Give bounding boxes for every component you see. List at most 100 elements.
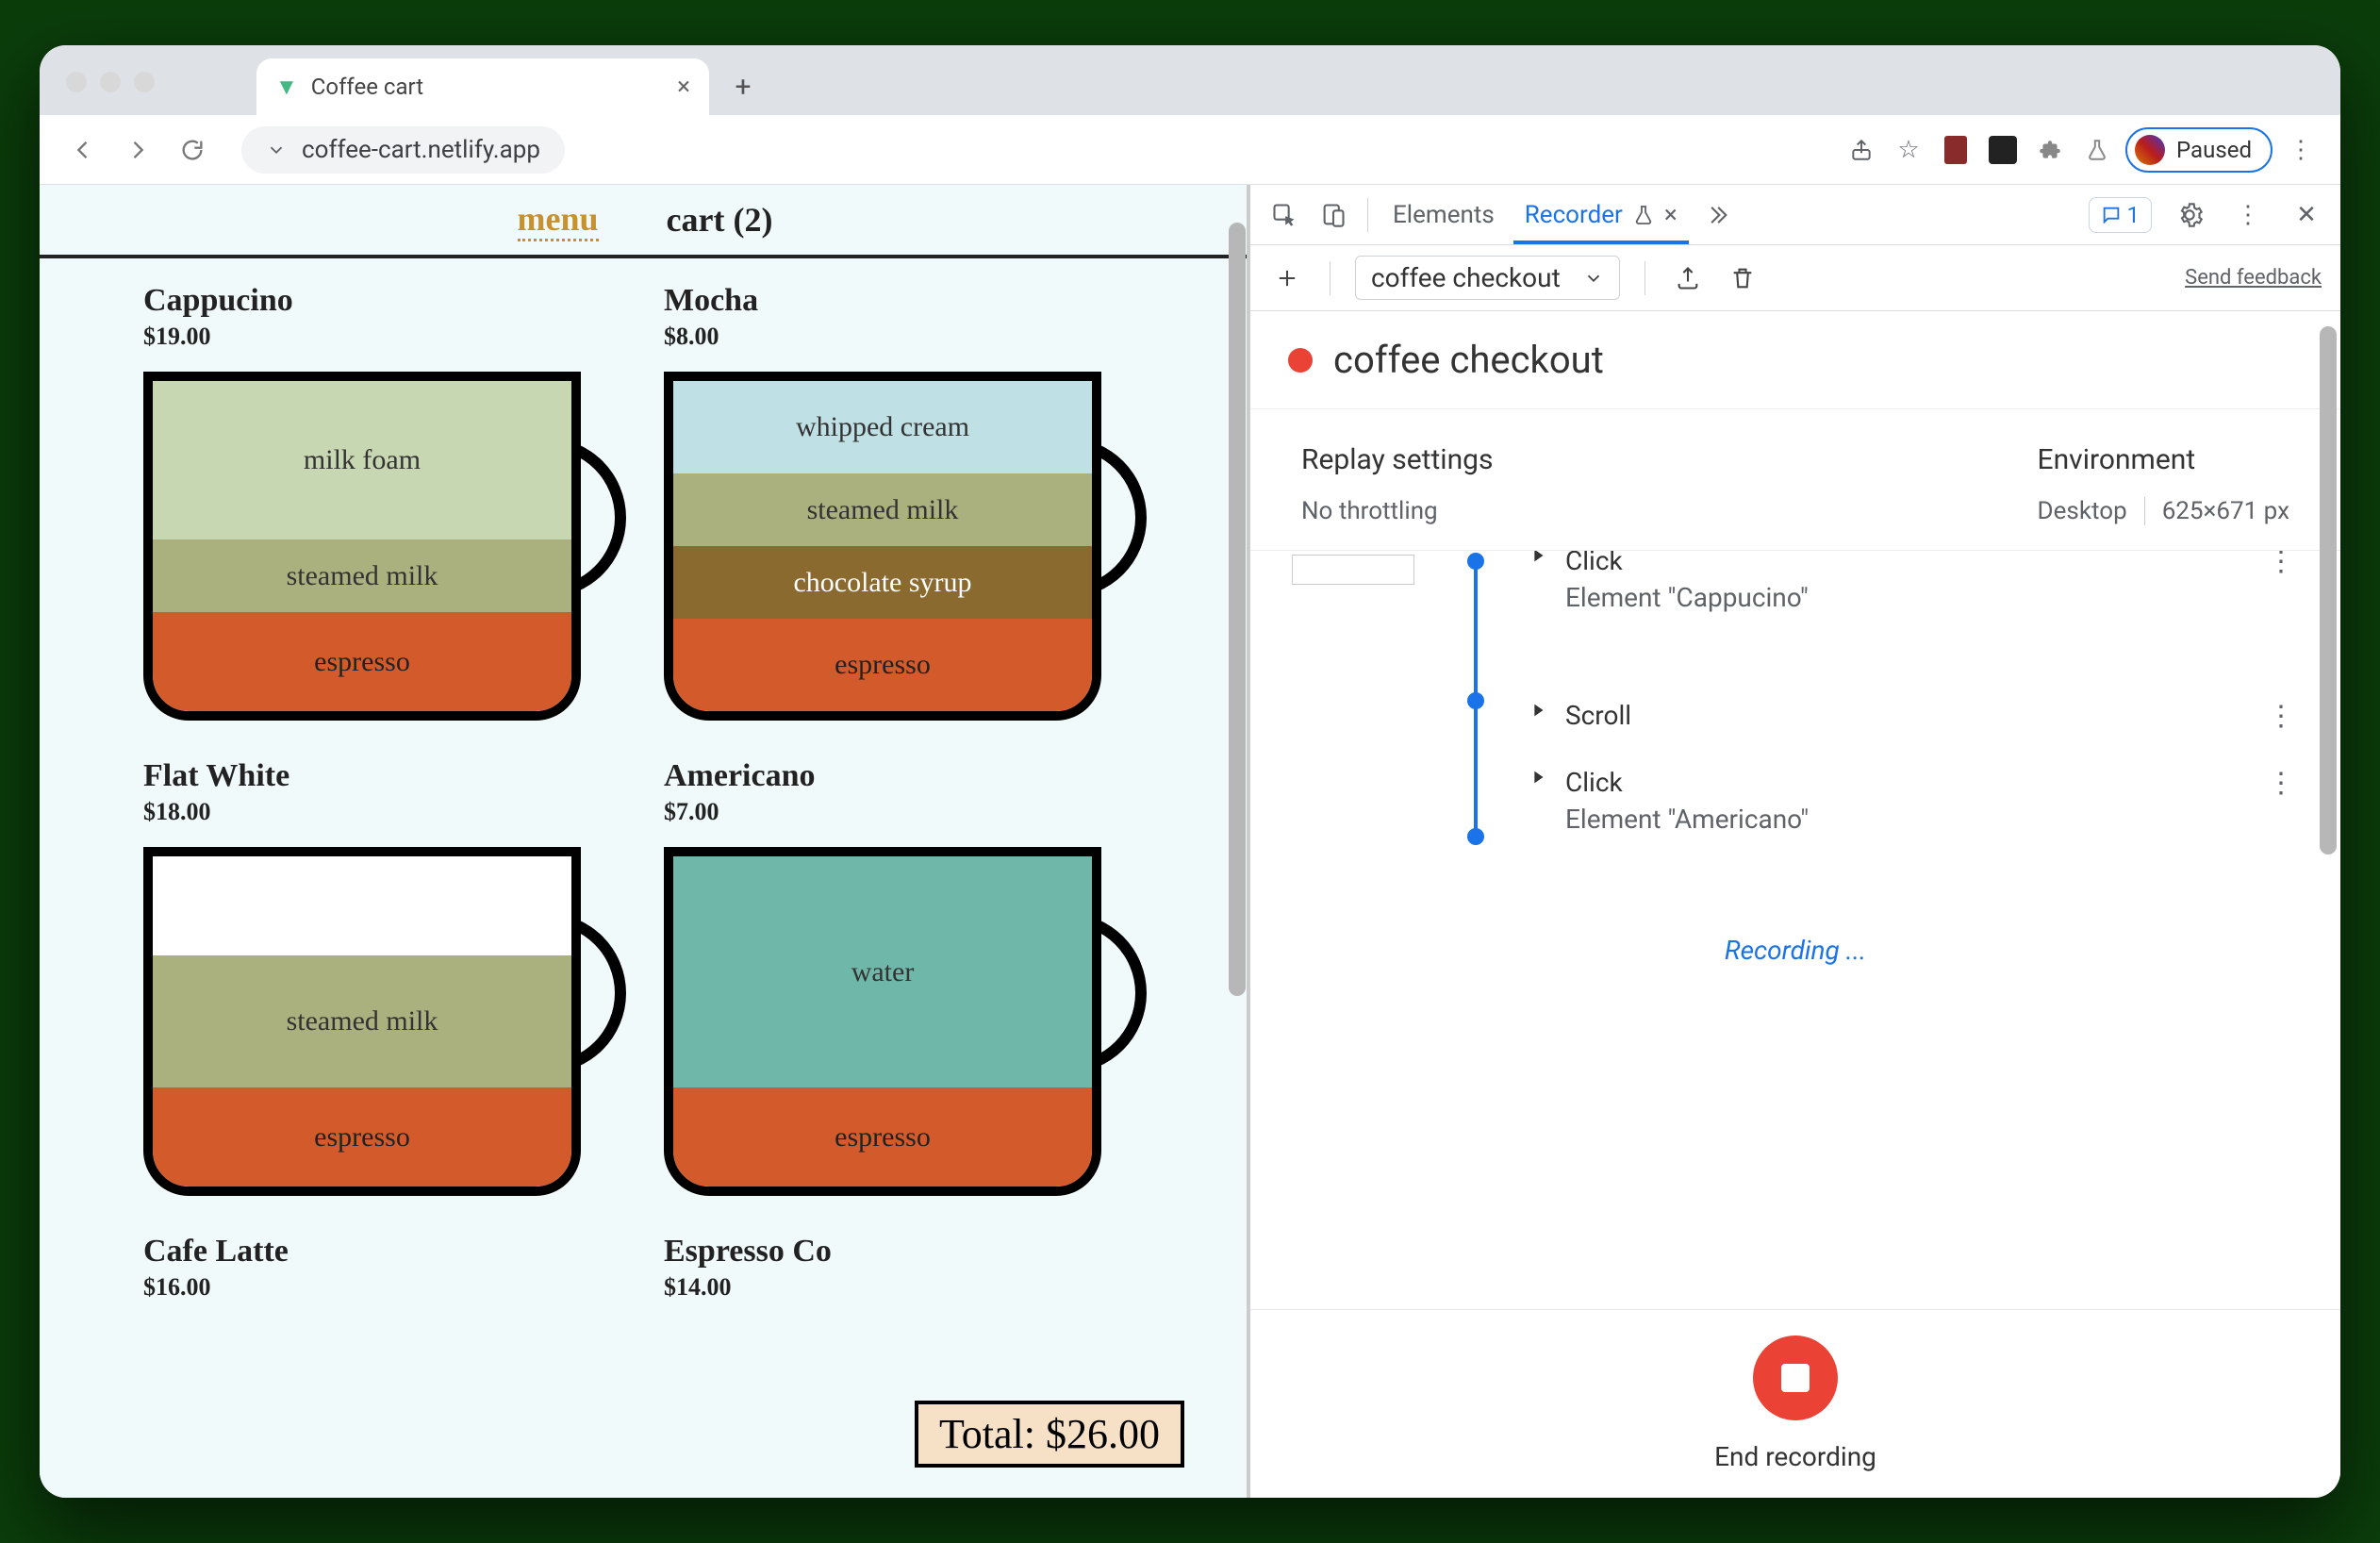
total-chip[interactable]: Total: $26.00 (915, 1401, 1184, 1468)
zoom-window-icon[interactable] (134, 72, 155, 92)
recorder-title-text: coffee checkout (1333, 338, 1604, 382)
caret-right-icon (1528, 551, 1548, 566)
chat-icon (2101, 205, 2122, 225)
devtools-scrollbar[interactable] (2320, 326, 2337, 854)
inspect-icon[interactable] (1264, 194, 1305, 236)
recording-selector[interactable]: coffee checkout (1355, 256, 1620, 300)
recorder-step[interactable]: ClickElement "Cappucino" ⋮ (1528, 551, 2299, 696)
tab-title: Coffee cart (311, 74, 423, 100)
tab-recorder[interactable]: Recorder × (1513, 186, 1689, 244)
product-name: Cappucino (143, 283, 653, 319)
device-toggle-icon[interactable] (1313, 194, 1354, 236)
page-scrollbar[interactable] (1229, 223, 1246, 996)
env-device: Desktop (2038, 497, 2127, 525)
mug-illustration: espressowater (664, 847, 1101, 1196)
step-title: Scroll (1565, 700, 2299, 731)
close-recorder-tab-icon[interactable]: × (1664, 201, 1678, 229)
devtools-menu-icon[interactable]: ⋮ (2227, 194, 2269, 236)
product-name: Flat White (143, 758, 653, 794)
step-subtitle: Element "Americano" (1565, 804, 2299, 835)
recording-status: Recording ... (1292, 935, 2299, 966)
nav-menu[interactable]: menu (518, 199, 599, 241)
tab-recorder-label: Recorder (1525, 201, 1623, 229)
mug-illustration: espressosteamed milkmilk foam (143, 372, 581, 721)
caret-right-icon (1528, 700, 1548, 721)
extension-icon-2[interactable] (1984, 131, 2022, 169)
end-recording-label: End recording (1714, 1441, 1876, 1472)
devtools-tab-strip: Elements Recorder × 1 ⋮ ✕ (1250, 185, 2340, 245)
product-price: $8.00 (664, 323, 1173, 351)
export-recording-icon[interactable] (1670, 260, 1706, 296)
browser-tab[interactable]: ▼ Coffee cart × (256, 58, 709, 115)
product-card[interactable]: Flat White$18.00espressosteamed milk (143, 758, 653, 1228)
flask-icon[interactable] (2078, 131, 2116, 169)
console-messages-chip[interactable]: 1 (2089, 197, 2153, 233)
product-card[interactable]: Mocha $8.00 espressochocolate syrupsteamed… (664, 283, 1173, 753)
reload-button[interactable] (170, 127, 215, 173)
paused-label: Paused (2176, 137, 2252, 163)
browser-window: ▼ Coffee cart × + coffee-cart.netlify.ap… (40, 45, 2340, 1498)
recorder-step[interactable]: Click Element "Americano" ⋮ (1528, 763, 2299, 867)
step-title: Click (1565, 767, 2299, 798)
bookmark-star-icon[interactable]: ☆ (1890, 131, 1927, 169)
nav-cart[interactable]: cart (2) (667, 200, 773, 240)
product-price: $19.00 (143, 323, 653, 351)
recorder-settings: Replay settings No throttling Environmen… (1250, 409, 2340, 551)
recording-name: coffee checkout (1371, 262, 1561, 293)
close-tab-icon[interactable]: × (677, 73, 690, 101)
url-text: coffee-cart.netlify.app (302, 136, 540, 164)
mug-layer: water (673, 856, 1092, 1087)
replay-settings-value[interactable]: No throttling (1301, 497, 1493, 525)
mug-layer: espresso (673, 619, 1092, 711)
new-tab-button[interactable]: + (722, 66, 764, 108)
profile-paused-chip[interactable]: Paused (2125, 127, 2273, 173)
product-card[interactable]: Espresso Co$14.00 (664, 1234, 1173, 1302)
tab-elements[interactable]: Elements (1381, 186, 1506, 244)
product-name: Mocha (664, 283, 1173, 319)
replay-settings-heading: Replay settings (1301, 443, 1493, 476)
product-card[interactable]: Americano$7.00espressowater (664, 758, 1173, 1228)
minimize-window-icon[interactable] (100, 72, 121, 92)
extensions-puzzle-icon[interactable] (2031, 131, 2069, 169)
extension-icon-1[interactable] (1937, 131, 1975, 169)
url-field[interactable]: coffee-cart.netlify.app (241, 126, 565, 174)
step-subtitle: Element "Cappucino" (1565, 582, 2299, 613)
traffic-lights (66, 72, 155, 92)
address-bar: coffee-cart.netlify.app ☆ Paused ⋮ (40, 115, 2340, 185)
new-recording-button[interactable] (1269, 260, 1305, 296)
mug-illustration: espressochocolate syrupsteamed milkwhipp… (664, 372, 1101, 721)
recorder-toolbar: coffee checkout Send feedback (1250, 245, 2340, 311)
mug-illustration: espressosteamed milk (143, 847, 581, 1196)
step-thumbnail[interactable] (1292, 555, 1414, 585)
mug-layer: steamed milk (153, 539, 571, 612)
product-card[interactable]: Cafe Latte$16.00 (143, 1234, 653, 1302)
msg-count: 1 (2127, 202, 2140, 228)
env-size: 625×671 px (2162, 497, 2289, 525)
page-viewport: menu cart (2) Cappucino$19.00espressoste… (40, 185, 1250, 1498)
step-menu-icon[interactable]: ⋮ (2267, 767, 2295, 800)
forward-button[interactable] (115, 127, 160, 173)
back-button[interactable] (60, 127, 106, 173)
avatar-icon (2135, 135, 2165, 165)
caret-right-icon (1528, 767, 1548, 788)
stop-recording-button[interactable] (1753, 1336, 1838, 1420)
devtools-settings-icon[interactable] (2169, 194, 2210, 236)
mug-layer: chocolate syrup (673, 546, 1092, 619)
product-card[interactable]: Cappucino $19.00 espressosteamed milkmilk … (143, 283, 653, 753)
send-feedback-link[interactable]: Send feedback (2185, 266, 2322, 290)
product-price: $14.00 (664, 1273, 1173, 1302)
browser-menu-icon[interactable]: ⋮ (2282, 131, 2320, 169)
delete-recording-icon[interactable] (1725, 260, 1760, 296)
share-icon[interactable] (1843, 131, 1880, 169)
close-window-icon[interactable] (66, 72, 87, 92)
step-menu-icon[interactable]: ⋮ (2267, 700, 2295, 733)
stop-icon (1781, 1364, 1810, 1392)
recorder-step[interactable]: Scroll ⋮ (1528, 696, 2299, 763)
step-menu-icon[interactable]: ⋮ (2267, 551, 2295, 578)
mug-layer: espresso (153, 1087, 571, 1186)
environment-heading: Environment (2038, 443, 2289, 476)
chevron-down-icon (1583, 268, 1604, 289)
devtools-close-icon[interactable]: ✕ (2286, 194, 2327, 236)
mug-layer: whipped cream (673, 381, 1092, 473)
more-tabs-icon[interactable] (1696, 194, 1738, 236)
